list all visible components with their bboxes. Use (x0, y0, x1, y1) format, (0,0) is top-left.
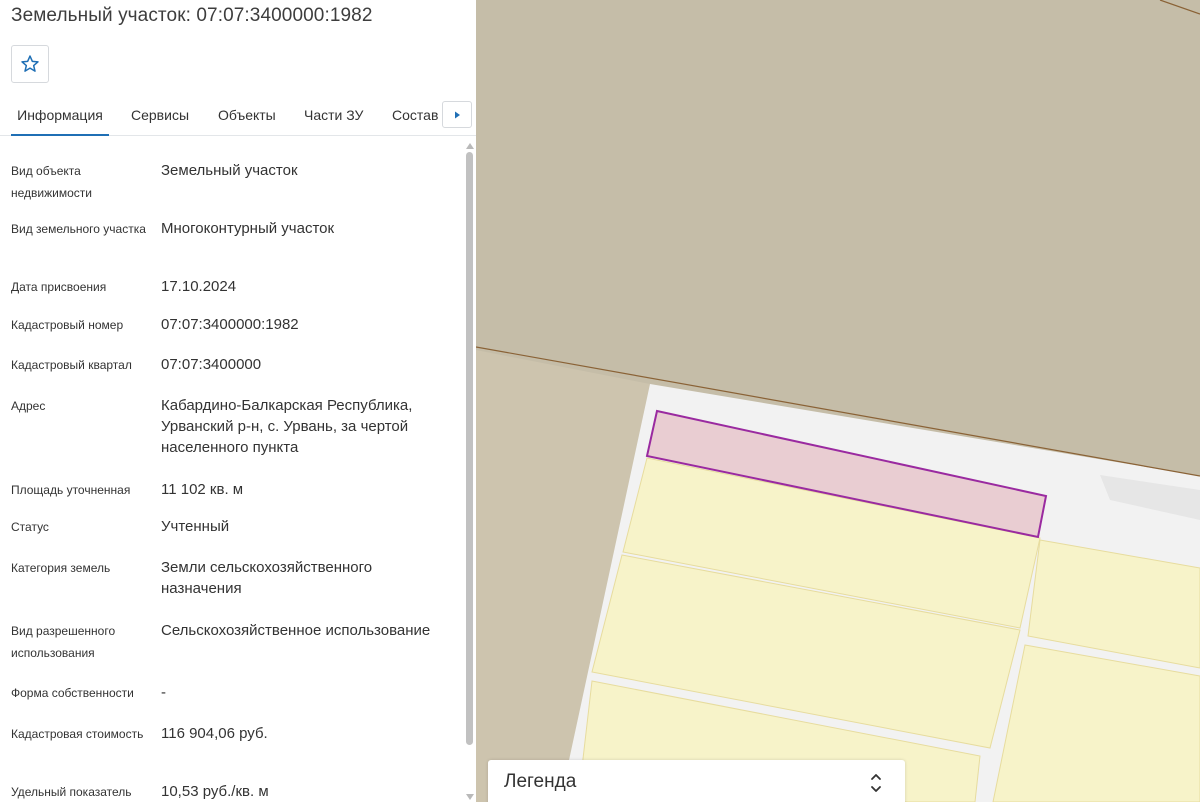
legend-title: Легенда (504, 771, 577, 792)
attribute-label: Площадь уточненная (11, 483, 131, 497)
legend-panel[interactable]: Легенда (488, 760, 905, 802)
attribute-value: Земли сельскохозяйственного назначения (161, 559, 373, 597)
attribute-value: - (161, 684, 166, 701)
tab-bar: Информация Сервисы Объекты Части ЗУ Сост… (0, 95, 476, 136)
attribute-label: Вид разрешенного использования (11, 624, 116, 660)
tab-services[interactable]: Сервисы (131, 95, 189, 136)
info-panel: Земельный участок: 07:07:3400000:1982 Ин… (0, 0, 476, 802)
attribute-label: Кадастровый квартал (11, 358, 132, 372)
tab-information[interactable]: Информация (11, 95, 109, 136)
attribute-value: Учтенный (161, 518, 230, 535)
caret-right-icon (455, 111, 460, 118)
attribute-label: Дата присвоения (11, 280, 107, 294)
attribute-label: Категория земель (11, 561, 111, 575)
attribute-value: 11 102 кв. м (161, 481, 244, 498)
panel-scrollbar[interactable] (463, 140, 476, 802)
attribute-value: 07:07:3400000 (161, 356, 262, 373)
attribute-label: Удельный показатель (11, 785, 132, 799)
tab-objects[interactable]: Объекты (218, 95, 276, 136)
tab-parcel-parts[interactable]: Части ЗУ (304, 95, 363, 136)
map-canvas[interactable] (476, 0, 1200, 802)
attributes-list: Вид объекта недвижимости Земельный участ… (0, 136, 462, 802)
attribute-value: Сельскохозяйственное использование (161, 622, 431, 639)
tabs-scroll-right-button[interactable] (442, 101, 472, 128)
map-view[interactable] (476, 0, 1200, 802)
scroll-down-arrow-icon[interactable] (466, 794, 474, 800)
attribute-value: 17.10.2024 (161, 278, 237, 295)
attribute-value: 116 904,06 руб. (161, 725, 268, 742)
favorite-button[interactable] (11, 45, 49, 83)
attribute-value: 07:07:3400000:1982 (161, 316, 299, 333)
attribute-label: Вид земельного участка (11, 222, 146, 236)
attribute-label: Кадастровый номер (11, 318, 124, 332)
chevron-up-down-icon[interactable] (868, 770, 884, 796)
attribute-label: Статус (11, 520, 49, 534)
attribute-label: Форма собственности (11, 686, 134, 700)
scrollbar-thumb[interactable] (466, 152, 473, 745)
attribute-label: Адрес (11, 399, 46, 413)
tab-composition[interactable]: Состав (392, 95, 438, 136)
attribute-value: 10,53 руб./кв. м (161, 783, 269, 800)
attribute-label: Вид объекта недвижимости (11, 164, 92, 200)
attribute-value: Земельный участок (161, 162, 298, 179)
scroll-up-arrow-icon[interactable] (466, 143, 474, 149)
attribute-value: Кабардино-Балкарская Республика, Урванск… (161, 397, 413, 456)
attribute-value: Многоконтурный участок (161, 220, 335, 237)
star-outline-icon (21, 55, 39, 72)
page-title: Земельный участок: 07:07:3400000:1982 (11, 5, 373, 26)
attribute-label: Кадастровая стоимость (11, 727, 144, 741)
